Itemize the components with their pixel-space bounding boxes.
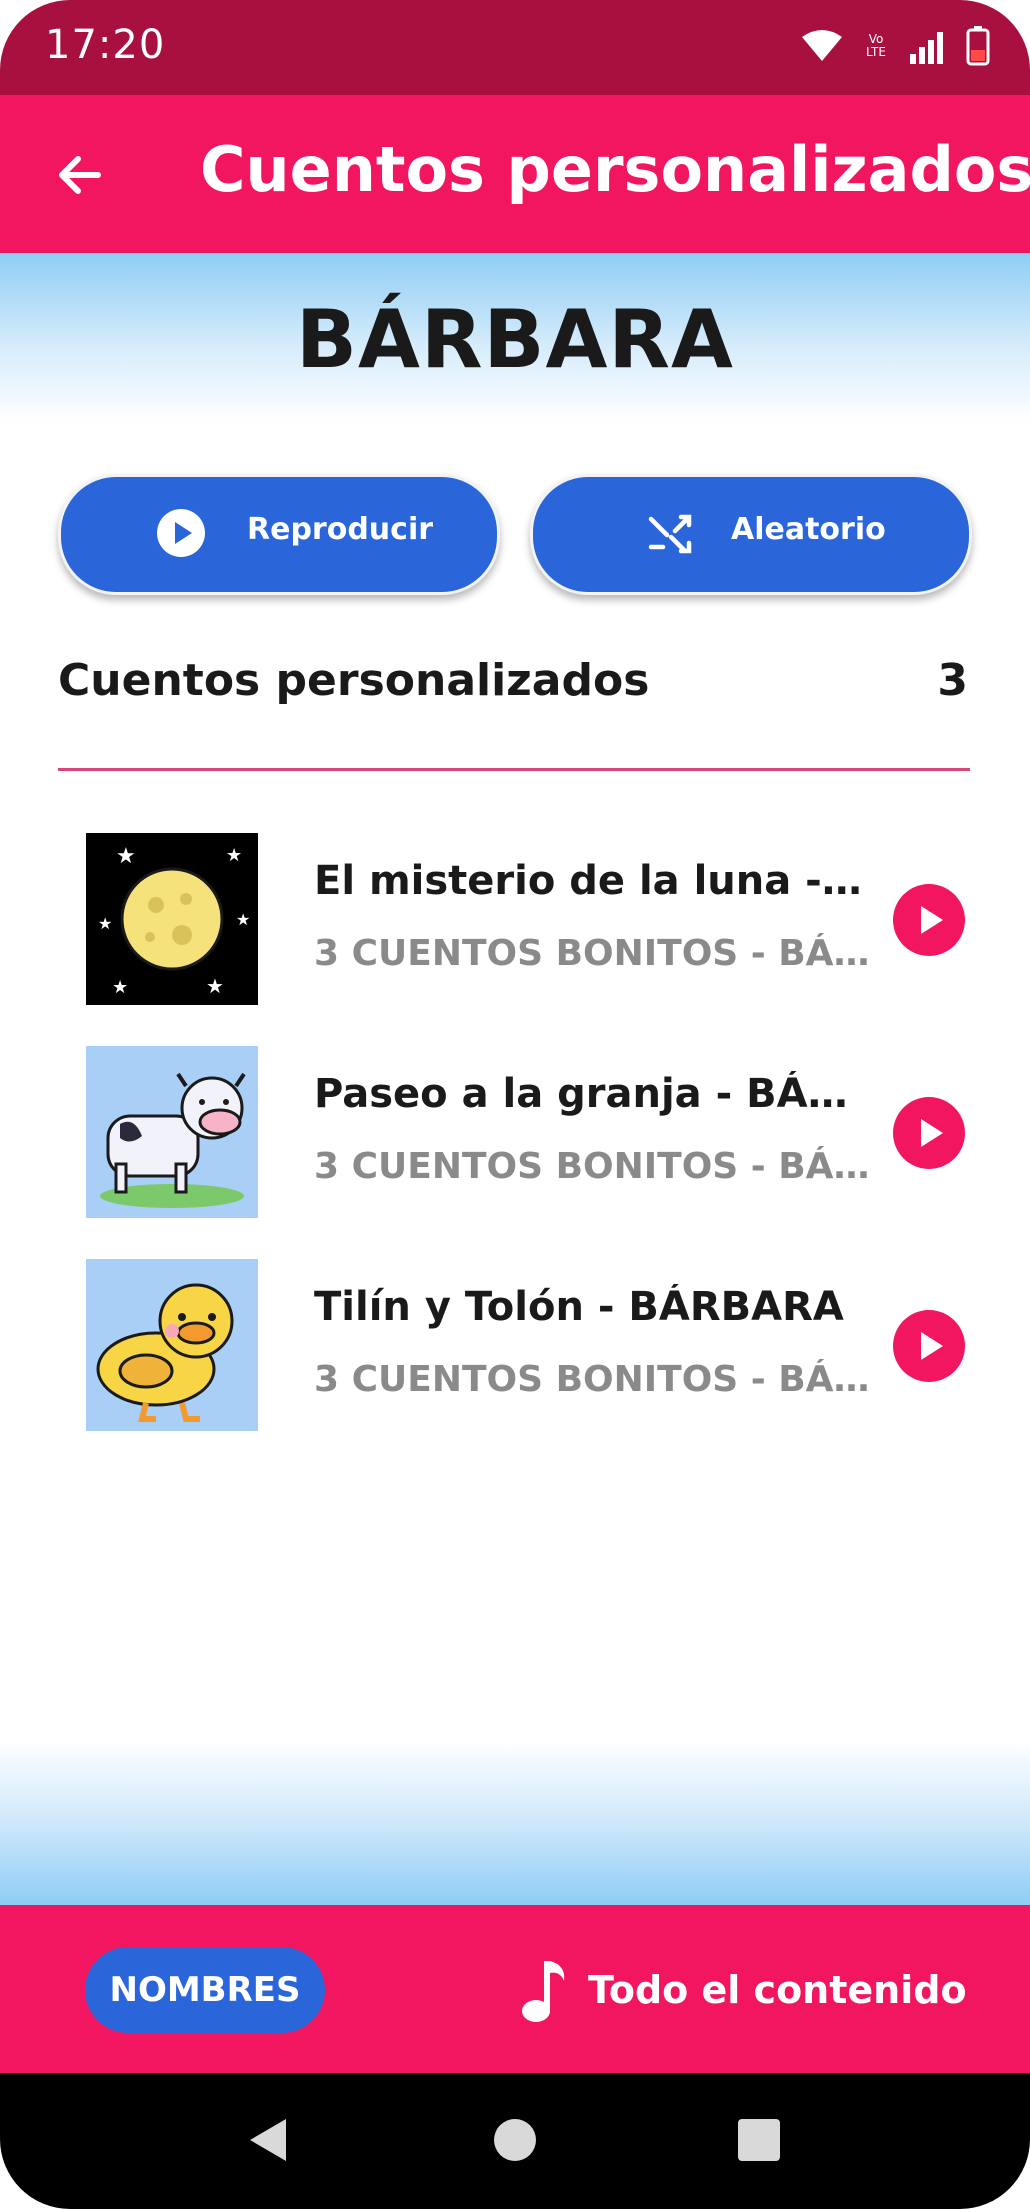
name-header: BÁRBARA <box>0 253 1030 423</box>
bottom-gradient <box>0 1740 1030 1905</box>
story-row[interactable]: Paseo a la granja - BÁRBARA 3 CUENTOS BO… <box>58 1046 970 1221</box>
story-title: El misterio de la luna - BÁRBARA <box>314 858 874 904</box>
svg-text:★: ★ <box>116 844 136 869</box>
system-nav-bar <box>0 2073 1030 2209</box>
svg-text:★: ★ <box>236 910 250 929</box>
play-icon[interactable] <box>892 1096 966 1170</box>
bottom-nav: NOMBRES Todo el contenido <box>0 1905 1030 2073</box>
signal-icon <box>910 32 943 64</box>
app-title: Cuentos personalizados <box>200 133 1030 206</box>
play-all-label: Reproducir <box>247 512 434 547</box>
music-note-icon <box>522 1961 565 2022</box>
child-name-title: BÁRBARA <box>296 293 734 386</box>
play-circle-icon <box>157 509 205 557</box>
svg-text:★: ★ <box>226 845 242 866</box>
volte-label: Vo LTE <box>866 32 886 59</box>
story-title: Paseo a la granja - BÁRBARA <box>314 1071 874 1117</box>
play-all-button[interactable]: Reproducir <box>58 474 500 595</box>
shuffle-label: Aleatorio <box>731 512 886 547</box>
status-time: 17:20 <box>45 22 166 68</box>
status-icons: Vo LTE <box>800 26 990 66</box>
nav-all-content-tab[interactable]: Todo el contenido <box>520 1947 967 2033</box>
story-row[interactable]: Tilín y Tolón - BÁRBARA 3 CUENTOS BONITO… <box>58 1259 970 1434</box>
back-arrow-icon[interactable] <box>50 145 110 205</box>
wifi-icon <box>802 30 842 61</box>
nav-names-tab[interactable]: NOMBRES <box>85 1947 325 2033</box>
play-icon[interactable] <box>892 883 966 957</box>
svg-text:★: ★ <box>206 974 224 998</box>
svg-text:★: ★ <box>112 977 128 998</box>
shuffle-button[interactable]: Aleatorio <box>530 474 972 595</box>
system-recents-icon[interactable] <box>734 2115 784 2165</box>
battery-icon <box>966 26 990 66</box>
system-back-icon[interactable] <box>244 2115 294 2165</box>
shuffle-icon <box>648 514 692 554</box>
app-bar: Cuentos personalizados <box>0 95 1030 253</box>
story-title: Tilín y Tolón - BÁRBARA <box>314 1284 844 1330</box>
play-icon[interactable] <box>892 1309 966 1383</box>
app-screen: 17:20 Vo LTE Cuentos personalizados BÁRB… <box>0 0 1030 2209</box>
story-row[interactable]: ★ ★ ★ ★ ★ ★ El misterio de la luna - BÁR… <box>58 833 970 1008</box>
status-bar: 17:20 Vo LTE <box>0 0 1030 95</box>
cow-icon <box>86 1046 258 1218</box>
system-home-icon[interactable] <box>490 2115 540 2165</box>
section-count: 3 <box>937 655 968 706</box>
story-subtitle: 3 CUENTOS BONITOS - BÁRBARA <box>314 1359 874 1400</box>
duck-icon <box>86 1259 258 1431</box>
svg-text:★: ★ <box>98 914 112 933</box>
nav-all-content-label: Todo el contenido <box>588 1968 967 2012</box>
story-subtitle: 3 CUENTOS BONITOS - BÁRBARA <box>314 933 874 974</box>
section-divider <box>58 768 970 771</box>
story-subtitle: 3 CUENTOS BONITOS - BÁRBARA <box>314 1146 874 1187</box>
moon-icon: ★ ★ ★ ★ ★ ★ <box>86 833 258 1005</box>
section-title: Cuentos personalizados <box>58 655 650 706</box>
